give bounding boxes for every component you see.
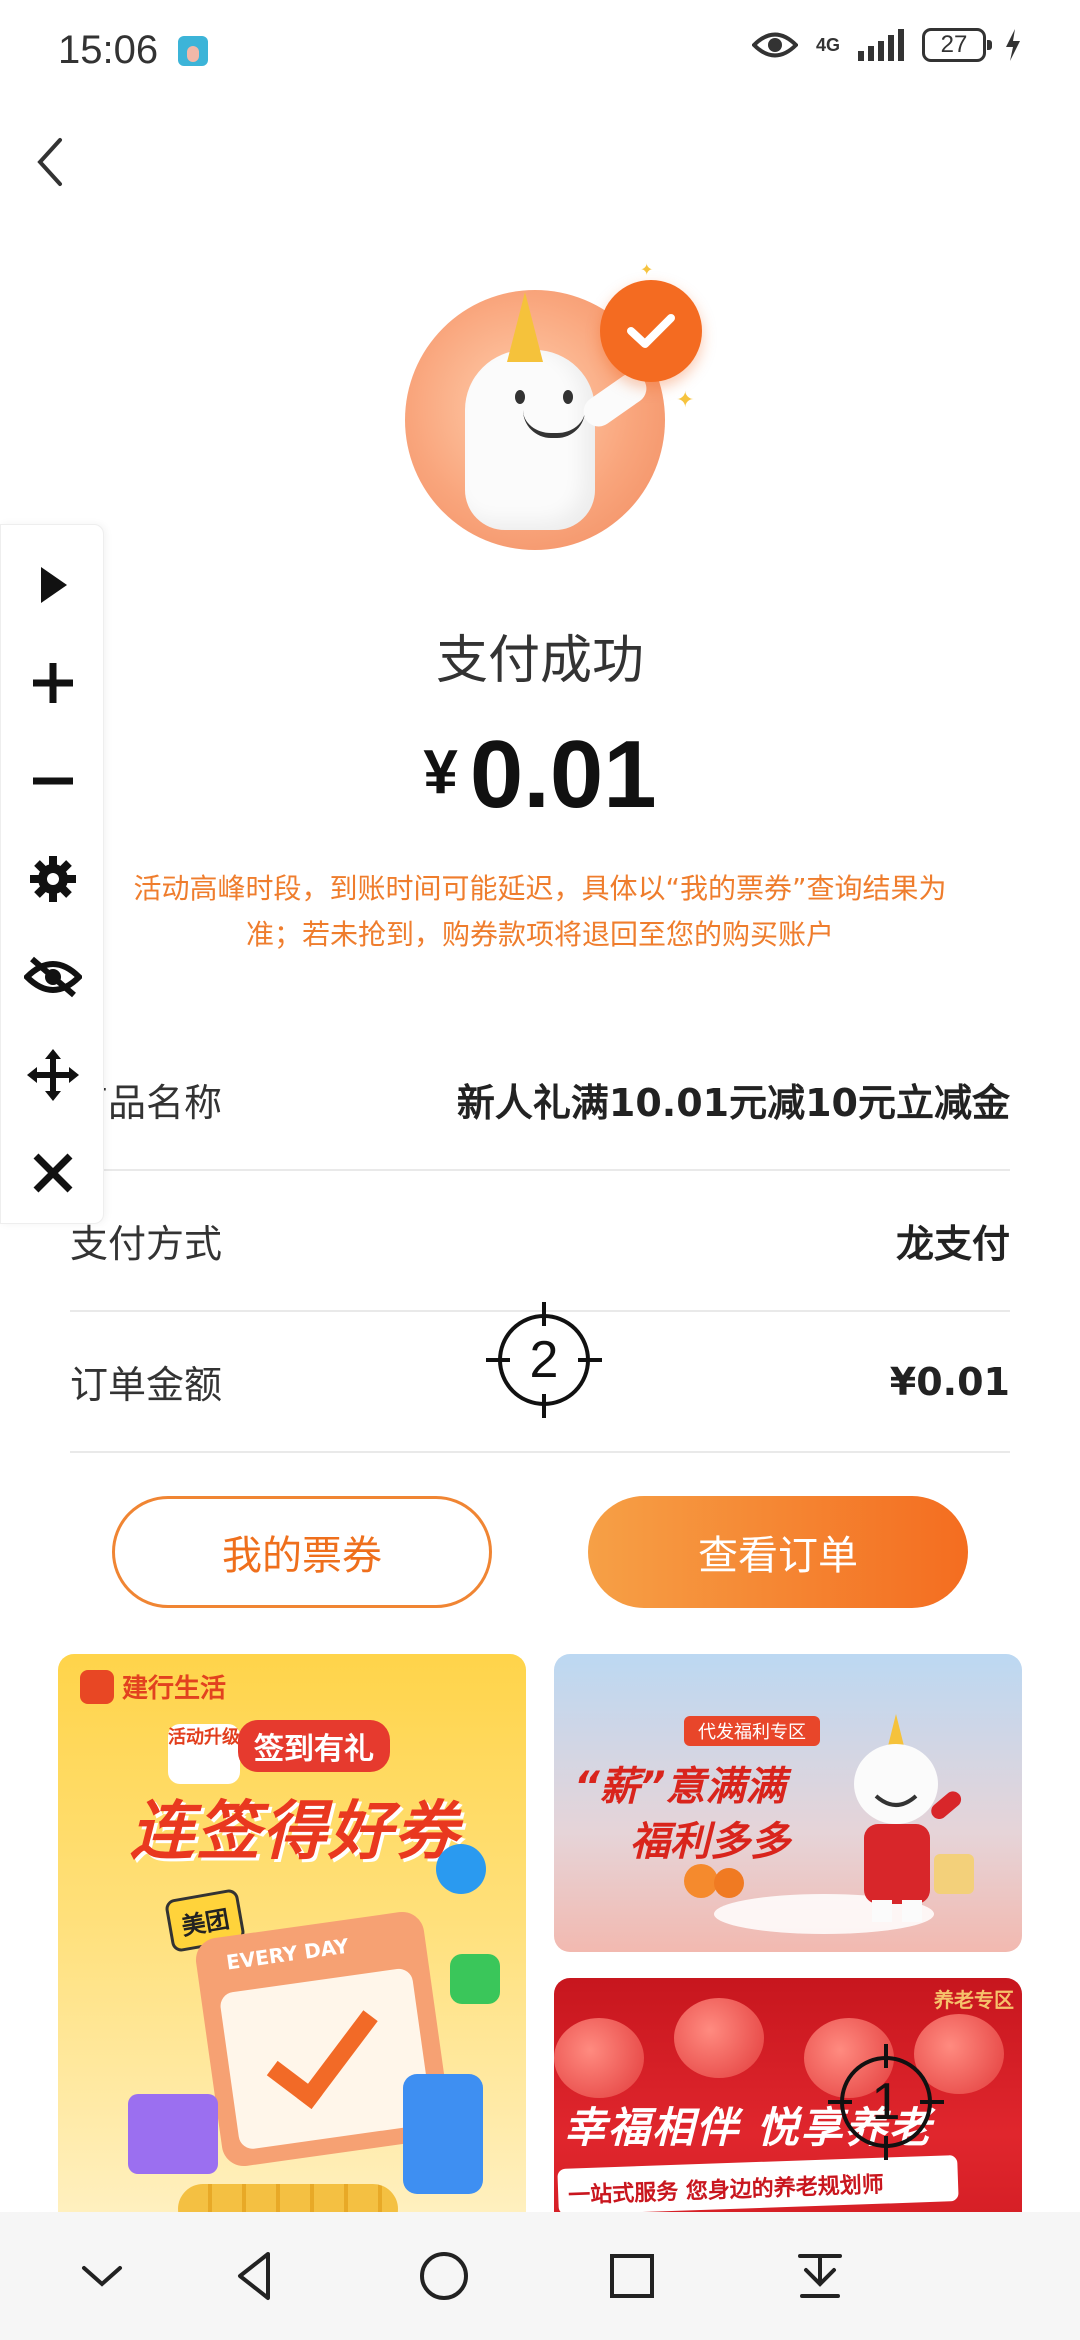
charging-icon xyxy=(1006,29,1020,61)
play-icon[interactable] xyxy=(23,555,83,615)
banner-salary-benefits[interactable]: 代发福利专区 “薪”意满满 福利多多 xyxy=(554,1654,1022,1952)
floating-toolbar xyxy=(0,524,104,1224)
payment-amount: ¥0.01 xyxy=(0,720,1080,830)
target-marker-2[interactable]: 2 xyxy=(486,1302,602,1418)
detail-label: 订单金额 xyxy=(70,1363,223,1407)
banner-tag: 养老专区 xyxy=(934,1988,1014,2012)
target-number: 2 xyxy=(529,1331,559,1389)
check-mark-icon xyxy=(266,1987,378,2109)
home-circle-icon[interactable] xyxy=(416,2248,472,2304)
my-tickets-button[interactable]: 我的票券 xyxy=(112,1496,492,1608)
sparkle-icon: ✦ xyxy=(676,388,695,413)
gear-icon[interactable] xyxy=(23,849,83,909)
amount-value: 0.01 xyxy=(469,721,657,828)
network-type: 4G xyxy=(815,35,840,55)
detail-value: ¥0.01 xyxy=(889,1359,1010,1404)
eye-icon xyxy=(751,32,798,58)
notice-line: 准；若未抢到，购券款项将退回至您的购买账户 xyxy=(245,918,834,951)
detail-row-payment-method: 支付方式 龙支付 xyxy=(70,1171,1010,1312)
notice-line: 活动高峰时段，到账时间可能延迟，具体以“我的票券”查询结果为 xyxy=(133,872,947,905)
lantern-icon xyxy=(554,2018,644,2098)
currency-symbol: ¥ xyxy=(423,738,458,807)
sparkle-icon: ✦ xyxy=(640,260,654,279)
battery-level: 27 xyxy=(922,28,992,62)
gift-box-icon xyxy=(128,2094,218,2174)
lantern-icon xyxy=(674,1998,764,2078)
orange-icon xyxy=(684,1864,718,1898)
status-bar: 15:06 4G 27 xyxy=(0,0,1080,100)
back-icon[interactable] xyxy=(30,132,70,192)
banner-subtitle: 一站式服务 您身边的养老规划师 xyxy=(557,2155,959,2215)
app-icon xyxy=(450,1954,500,2004)
promo-upgrade-badge: 活动升级 xyxy=(168,1724,240,1784)
mascot-horn xyxy=(507,292,543,362)
brand-name: 建行生活 xyxy=(122,1674,227,1704)
orange-icon xyxy=(714,1868,744,1898)
app-icon xyxy=(436,1844,486,1894)
view-order-button[interactable]: 查看订单 xyxy=(588,1496,968,1608)
mascot-body xyxy=(465,350,595,530)
calendar-page xyxy=(218,1967,433,2151)
eye-off-icon[interactable] xyxy=(23,947,83,1007)
back-triangle-icon[interactable] xyxy=(228,2248,284,2304)
detail-value: 新人礼满10.01元减10元立减金 xyxy=(456,1081,1010,1125)
arrival-notice: 活动高峰时段，到账时间可能延迟，具体以“我的票券”查询结果为 准；若未抢到，购券… xyxy=(100,866,980,958)
calendar-text: EVERY DAY xyxy=(224,1933,351,1975)
gift-icon xyxy=(934,1854,974,1894)
notification-app-icon xyxy=(178,36,208,66)
brand-label: 建行生活 xyxy=(80,1668,226,1705)
close-icon[interactable] xyxy=(23,1143,83,1203)
move-icon[interactable] xyxy=(23,1045,83,1105)
pull-down-icon[interactable] xyxy=(792,2248,848,2304)
chevron-down-icon[interactable] xyxy=(74,2248,130,2304)
banner-elderly-care[interactable]: 养老专区 幸福相伴 悦享养老 一站式服务 您身边的养老规划师 xyxy=(554,1978,1022,2238)
status-time: 15:06 xyxy=(58,28,159,72)
payment-success-title: 支付成功 xyxy=(435,631,644,691)
success-check-icon xyxy=(600,280,702,382)
banner-line: “薪”意满满 xyxy=(574,1764,786,1810)
target-number: 1 xyxy=(871,2073,901,2131)
system-navigation-bar xyxy=(0,2212,1080,2340)
promo-tag: 签到有礼 xyxy=(238,1720,390,1772)
signal-icon xyxy=(858,29,904,61)
recents-square-icon[interactable] xyxy=(604,2248,660,2304)
minus-icon[interactable] xyxy=(23,751,83,811)
mascot-eye xyxy=(563,390,573,404)
banner-sign-in-rewards[interactable]: 建行生活 活动升级 签到有礼 连签得好券 美团 EVERY DAY xyxy=(58,1654,526,2234)
plus-icon[interactable] xyxy=(23,653,83,713)
promo-headline: 连签得好券 xyxy=(130,1795,460,1869)
banner-line: 福利多多 xyxy=(630,1819,790,1865)
bottle-icon xyxy=(403,2074,483,2194)
banner-tag: 代发福利专区 xyxy=(684,1716,820,1746)
brand-logo-icon xyxy=(80,1669,114,1704)
target-marker-1[interactable]: 1 xyxy=(828,2044,944,2160)
status-icons: 4G 27 xyxy=(751,28,1022,62)
mascot-eye xyxy=(515,390,525,404)
detail-value: 龙支付 xyxy=(895,1222,1010,1266)
detail-row-product: 商品名称 新人礼满10.01元减10元立减金 xyxy=(70,1030,1010,1171)
